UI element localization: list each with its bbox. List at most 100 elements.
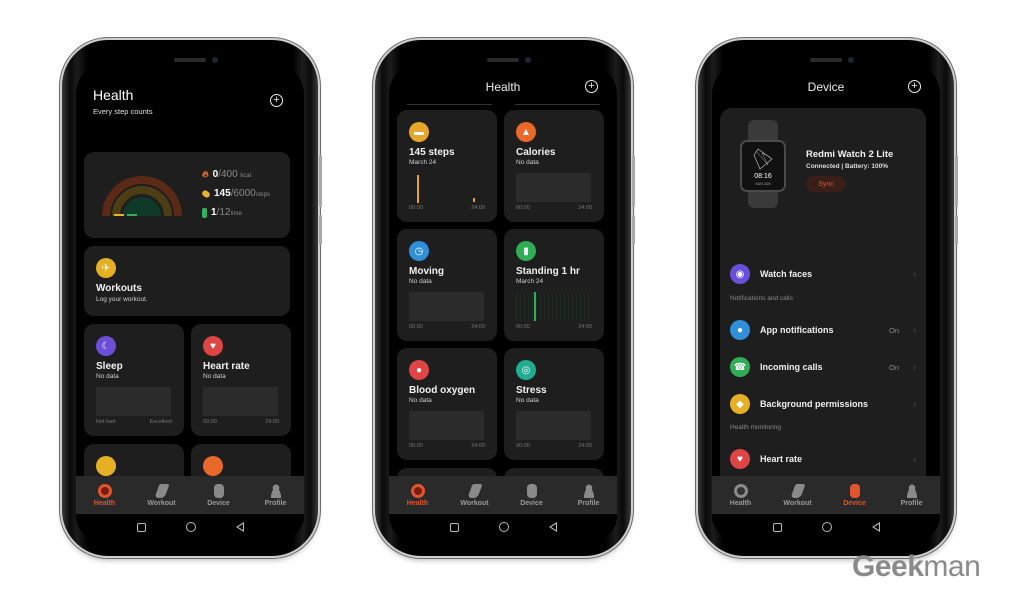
screen: Health + ▬ 145 steps March 24 00:00 24:0… [389,64,617,540]
back-button[interactable] [235,522,244,532]
incoming-calls-row[interactable]: ☎︎ Incoming calls On › [730,356,916,378]
app-notifications-row[interactable]: ● App notifications On › [730,319,916,341]
system-nav-bar [389,514,617,540]
heart-rate-title: Heart rate [203,361,250,372]
page-title: Device [807,80,845,94]
bottom-tab-bar: Health Workout Device Profile [76,476,304,514]
home-button[interactable] [185,522,196,532]
standing-stat: 1/12time [202,207,242,218]
metric-card[interactable]: ● Blood oxygen No data 00:00 24:00 [397,348,497,460]
axis-end-label: 24:00 [471,324,485,330]
watch-faces-row[interactable]: ◉ Watch faces › [730,263,916,285]
tab-device[interactable]: Device [507,483,557,507]
person-icon [581,483,596,498]
chevron-right-icon: › [913,269,916,279]
recents-button[interactable] [772,522,782,532]
add-icon[interactable]: + [270,94,283,107]
back-button[interactable] [871,522,880,532]
recents-button[interactable] [136,522,146,532]
background-permissions-row[interactable]: ◆ Background permissions › [730,393,916,415]
tab-workout[interactable]: Workout [137,483,187,507]
axis-start-label: 00:00 [516,205,530,211]
volume-button [319,155,322,207]
system-nav-bar [712,514,940,540]
running-icon: ✈︎ [96,258,116,278]
flame-icon: ▲ [516,122,536,142]
clock-icon: ◷ [409,241,429,261]
metric-subtitle: No data [516,397,539,404]
divider [407,104,492,105]
metric-title: Stress [516,385,547,396]
page-title: Health [485,80,521,94]
workouts-card[interactable]: ✈︎ Workouts Log your workout. [84,246,290,316]
workouts-subtitle: Log your workout. [96,296,148,303]
steps-icon [96,456,116,476]
steps-icon: ▬ [409,122,429,142]
watch-time: 08:16 [754,173,772,180]
metric-title: Standing 1 hr [516,266,580,277]
tab-device[interactable]: Device [830,483,880,507]
axis-start-label: 00:00 [516,324,530,330]
home-button[interactable] [821,522,832,532]
axis-end-label: 24:00 [471,443,485,449]
power-button [955,215,958,245]
phone-health-details: Health + ▬ 145 steps March 24 00:00 24:0… [375,40,635,556]
metric-card[interactable]: ◷ Moving No data 00:00 24:00 [397,229,497,341]
home-button[interactable] [498,522,509,532]
metric-card[interactable]: ▬ 145 steps March 24 00:00 24:00 [397,110,497,222]
metric-card[interactable]: ▮ Standing 1 hr March 24 00:00 24:00 [504,229,604,341]
phone-icon: ☎︎ [730,357,750,377]
page-subtitle: Every step counts [93,107,153,116]
activity-summary-card[interactable]: 🔥︎ 0/400 kcal 145/6000steps 1/12time [84,152,290,238]
workouts-title: Workouts [96,283,142,294]
tab-workout[interactable]: Workout [773,483,823,507]
add-device-icon[interactable]: + [908,80,921,93]
shoe-icon [466,483,483,498]
standing-person-icon: ▮ [516,241,536,261]
metric-subtitle: March 24 [516,278,544,285]
flame-icon: 🔥︎ [202,169,209,179]
heart-rate-row[interactable]: ♥ Heart rate › [730,448,916,470]
shield-icon: ◆ [730,394,750,414]
metric-card[interactable]: ◎ Stress No data 00:00 24:00 [504,348,604,460]
system-nav-bar [76,514,304,540]
sync-button[interactable]: Sync [806,176,846,192]
add-icon[interactable]: + [585,80,598,93]
tab-health[interactable]: Health [80,483,130,507]
volume-button [955,155,958,207]
metric-chart-area [516,411,591,440]
steps-bar [473,198,475,202]
flame-icon [203,456,223,476]
sleep-card[interactable]: ☾ Sleep No data Not bad Excellent [84,324,184,436]
sleep-chart-area [96,387,171,416]
chevron-right-icon: › [913,362,916,372]
tab-health[interactable]: Health [393,483,443,507]
screen: Device + 08:16 SUN 3/24 Redmi Watch 2 Li… [712,64,940,540]
blood-oxygen-icon: ● [409,360,429,380]
tab-profile[interactable]: Profile [251,483,301,507]
back-button[interactable] [548,522,557,532]
heart-rate-subtitle: No data [203,373,226,380]
metric-chart-area [409,411,484,440]
tab-profile[interactable]: Profile [887,483,937,507]
metric-chart-area [516,292,591,321]
phone-health-overview: Health Every step counts + 🔥︎ 0/400 kcal… [62,40,322,556]
metric-subtitle: No data [409,278,432,285]
steps-stat: 145/6000steps [201,188,270,199]
metric-title: Calories [516,147,556,158]
tab-device[interactable]: Device [194,483,244,507]
tab-health[interactable]: Health [716,483,766,507]
watch-icon [526,483,537,498]
tab-profile[interactable]: Profile [564,483,614,507]
recents-button[interactable] [449,522,459,532]
tab-workout[interactable]: Workout [450,483,500,507]
standing-ring [123,197,161,217]
metric-chart-area [409,173,484,203]
chevron-right-icon: › [913,454,916,464]
heart-rate-card[interactable]: ♥ Heart rate No data 00:00 24:00 [191,324,291,436]
sleep-axis-right: Excellent [149,419,172,425]
phone-device: Device + 08:16 SUN 3/24 Redmi Watch 2 Li… [698,40,958,556]
front-camera [212,57,218,63]
metric-card[interactable]: ▲ Calories No data 00:00 24:00 [504,110,604,222]
speaker-grille [487,58,519,62]
